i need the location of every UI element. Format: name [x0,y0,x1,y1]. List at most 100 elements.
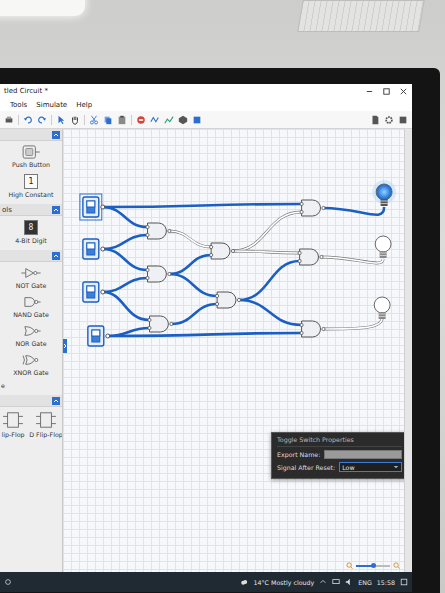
palette-item[interactable]: 84-Bit Digit [0,220,62,244]
collapse-icon[interactable] [52,206,60,214]
palette-item[interactable]: XNOR Gate [0,353,62,376]
pointer-icon[interactable] [56,115,66,125]
wire[interactable] [233,212,302,251]
palette-collapse-handle[interactable] [63,339,67,353]
speaker-icon[interactable] [345,578,353,586]
section-header[interactable] [0,395,62,407]
maximize-icon[interactable] [382,87,391,96]
redo-icon[interactable] [37,115,47,125]
wire[interactable] [103,292,150,320]
palette-item[interactable]: e [0,382,62,389]
wire[interactable] [323,207,384,215]
wire[interactable] [239,300,302,325]
collapse-icon[interactable] [52,397,60,405]
wire[interactable] [103,278,148,292]
palette-item[interactable]: NAND Gate [0,295,62,318]
export-name-input[interactable] [324,450,402,459]
hand-icon[interactable] [70,115,80,125]
chart-icon[interactable] [164,115,174,125]
palette-item[interactable]: NOT Gate [0,266,62,289]
and-gate[interactable] [298,249,323,265]
copy-icon[interactable] [103,115,113,125]
menu-item[interactable]: Simulate [36,101,67,109]
wire[interactable] [108,328,150,336]
clock[interactable]: 15:58 [377,579,395,586]
palette-item[interactable]: NOR Gate [0,324,62,347]
cut-icon[interactable] [89,115,99,125]
paste-icon[interactable] [117,115,127,125]
section-header[interactable] [0,250,62,262]
and-gate[interactable] [300,200,325,216]
document-icon[interactable] [370,115,380,125]
weather-text[interactable]: 14°C Mostly cloudy [253,579,314,586]
section-header[interactable] [0,129,62,141]
nor-gate-icon [21,324,41,338]
wire[interactable] [321,257,383,263]
chevron-up-icon[interactable] [319,578,327,586]
square-icon[interactable] [192,115,202,125]
undo-icon[interactable] [23,115,33,125]
wire[interactable] [103,207,148,227]
palette-item[interactable]: Push Button [0,145,62,168]
wire[interactable] [323,318,382,329]
zoom-thumb[interactable] [371,563,376,568]
gear-icon[interactable] [384,115,394,125]
monitor: tled Circuit *ToolsSimulateHelpPush Butt… [0,68,440,593]
window-border [404,129,412,572]
wire[interactable] [171,304,217,324]
palette-item[interactable]: lip-Flop [0,411,26,438]
palette-item[interactable]: 1High Constant [0,174,62,198]
wire[interactable] [108,333,302,336]
wire[interactable] [103,204,302,207]
wire[interactable] [233,251,300,253]
and-gate[interactable] [216,292,241,308]
and-gate[interactable] [148,316,173,332]
network-icon[interactable] [332,578,340,586]
section-title: ols [2,206,12,214]
properties-panel: Toggle Switch PropertiesExport Name:Sign… [271,432,404,479]
notifications-icon[interactable] [400,578,408,586]
and-gate[interactable] [146,223,171,239]
light-bulb[interactable] [372,180,396,206]
and-gate[interactable] [300,321,325,337]
collapse-icon[interactable] [52,131,60,139]
wave-icon[interactable] [150,115,160,125]
wire[interactable] [239,261,300,300]
print-icon[interactable] [4,115,14,125]
component-palette: Push Button 1High Constant ols 84-Bit Digit… [0,129,63,572]
item-label: lip-Flop [2,431,25,438]
zoom-slider[interactable] [356,565,390,567]
weather-cloud-icon[interactable] [240,578,248,586]
push-button-icon [21,145,41,159]
windows-icon[interactable] [4,578,12,586]
wire[interactable] [169,231,211,247]
toggle-switch[interactable] [83,282,105,302]
wire[interactable] [169,274,217,296]
info-icon[interactable] [398,115,408,125]
wire[interactable] [169,255,211,274]
collapse-icon[interactable] [52,252,60,260]
stop-icon[interactable] [136,115,146,125]
toggle-switch[interactable] [80,194,105,220]
wire[interactable] [103,249,148,270]
language-indicator[interactable]: ENG [358,579,372,586]
toggle-switch[interactable] [83,239,105,259]
light-bulb[interactable] [375,236,391,258]
menu-item[interactable]: Tools [10,101,27,109]
chip-icon[interactable] [178,115,188,125]
circuit-canvas[interactable]: Toggle Switch PropertiesExport Name:Sign… [63,129,404,572]
palette-item[interactable]: D Flip-Flop [28,411,63,438]
palette-section: Push Button 1High Constant [0,129,62,204]
close-icon[interactable] [399,87,408,96]
wire[interactable] [103,235,148,249]
and-gate[interactable] [210,243,235,259]
menu-item[interactable]: Help [76,101,92,109]
minimize-icon[interactable] [365,87,374,96]
and-gate[interactable] [146,266,171,282]
light-bulb[interactable] [374,297,390,319]
section-header[interactable]: ols [0,204,62,216]
toggle-switch[interactable] [88,326,110,346]
zoom-out-icon[interactable] [346,562,353,569]
zoom-in-icon[interactable] [393,562,400,569]
signal-reset-select[interactable]: Low [339,462,402,472]
